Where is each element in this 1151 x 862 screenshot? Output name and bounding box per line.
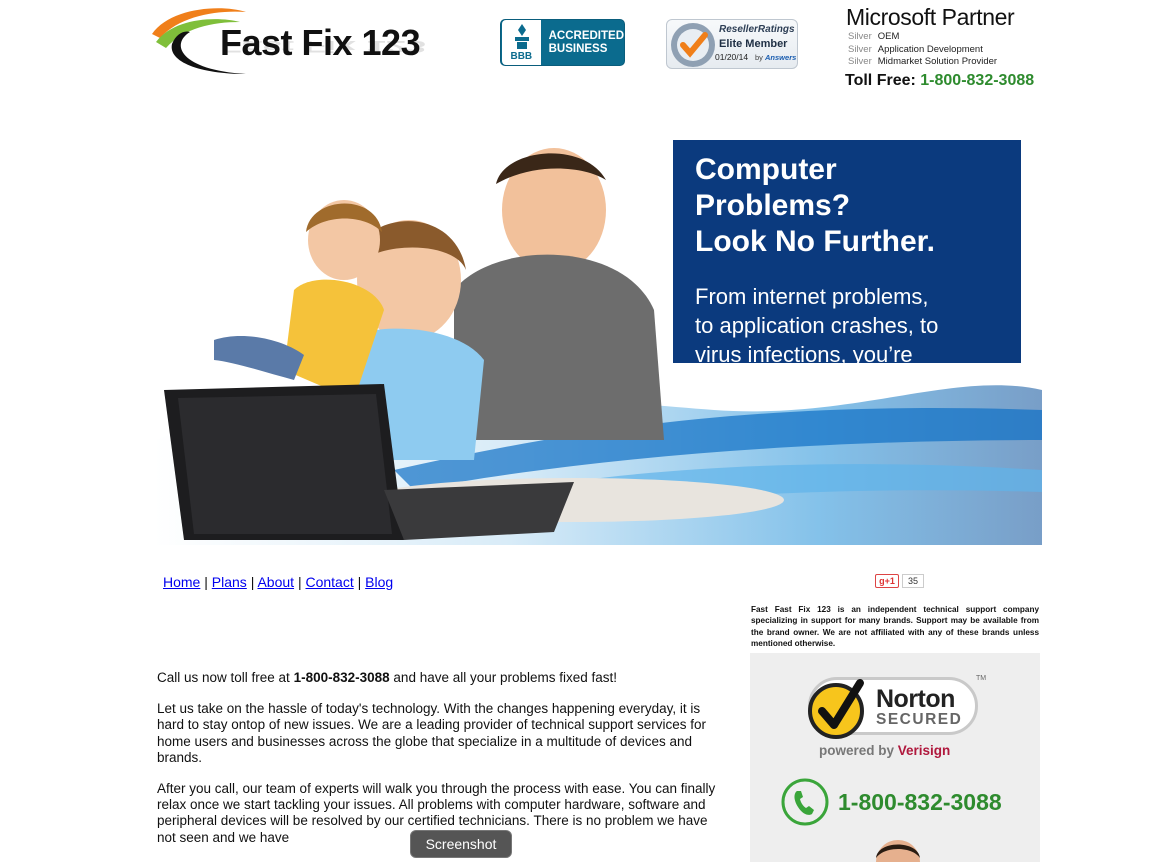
nav-blog[interactable]: Blog xyxy=(365,574,393,590)
nav-contact[interactable]: Contact xyxy=(305,574,353,590)
google-plus-button[interactable]: g+1 xyxy=(875,574,899,588)
site-logo[interactable]: Fast Fix 123 Fast Fix 123 xyxy=(150,4,442,78)
ms-partner-title: Microsoft Partner xyxy=(846,4,1015,30)
elite-seal-icon xyxy=(671,23,715,67)
norton-secured-label: SECURED xyxy=(876,711,963,728)
intro-phone-number: 1-800-832-3088 xyxy=(293,670,390,685)
bbb-torch-icon: BBB xyxy=(502,20,541,65)
ms-competency: Silver Application Development xyxy=(848,43,983,55)
ms-competency: Silver OEM xyxy=(848,31,900,42)
promo-box: Computer Problems? Look No Further. From… xyxy=(673,140,1021,396)
disclaimer-text: Fast Fast Fix 123 is an independent tech… xyxy=(751,605,1039,649)
main-nav: Home | Plans | About | Contact | Blog xyxy=(163,574,393,590)
reseller-date: 01/20/14 xyxy=(715,52,749,62)
logo-reflection: Fast Fix 123 xyxy=(220,37,427,56)
bbb-line2: BUSINESS xyxy=(548,42,608,55)
reseller-status: Elite Member xyxy=(719,38,788,50)
trust-panel: Norton SECURED TM powered by Verisign 1-… xyxy=(750,653,1040,862)
screenshot-tooltip: Screenshot xyxy=(410,830,512,858)
bbb-line1: ACCREDITED xyxy=(548,29,624,42)
reseller-title: ResellerRatings xyxy=(719,24,795,35)
toll-free-label: Toll Free: xyxy=(845,72,916,89)
ms-competency: Silver Midmarket Solution Provider xyxy=(848,56,998,67)
google-plus-count: 35 xyxy=(902,574,925,588)
google-plus-widget: g+1 35 xyxy=(875,574,925,588)
phone-icon xyxy=(781,778,829,826)
promo-subtext: From internet problems, to application c… xyxy=(695,284,939,396)
toll-free-number[interactable]: 1-800-832-3088 xyxy=(920,72,1034,89)
nav-about[interactable]: About xyxy=(257,574,294,590)
norton-secured-seal[interactable]: Norton SECURED TM xyxy=(806,675,987,739)
nav-plans[interactable]: Plans xyxy=(212,574,247,590)
bbb-brand: BBB xyxy=(510,51,533,62)
nav-separator: | xyxy=(357,574,362,590)
nav-separator: | xyxy=(297,574,302,590)
body-paragraph: Let us take on the hassle of today's tec… xyxy=(157,701,707,765)
norton-checkmark-icon xyxy=(808,679,864,739)
promo-headline: Computer Problems? Look No Further. xyxy=(695,153,935,258)
norton-word: Norton xyxy=(876,685,955,713)
sidebar-phone[interactable]: 1-800-832-3088 xyxy=(780,777,1002,827)
reseller-by: by Answers xyxy=(755,53,797,62)
nav-home[interactable]: Home xyxy=(163,574,200,590)
intro-paragraph: Call us now toll free at 1-800-832-3088 … xyxy=(157,670,618,685)
toll-free-line: Toll Free: 1-800-832-3088 xyxy=(845,72,1034,90)
bbb-accredited-badge[interactable]: BBB ACCREDITED BUSINESS xyxy=(500,19,625,66)
nav-separator: | xyxy=(204,574,208,590)
microsoft-partner-badge: Microsoft Partner Silver OEM Silver Applic… xyxy=(846,4,1046,69)
support-agent-photo xyxy=(876,840,920,862)
nav-separator: | xyxy=(250,574,255,590)
reseller-ratings-badge[interactable]: ResellerRatings Elite Member 01/20/14 by… xyxy=(666,19,798,69)
powered-by-verisign: powered by Verisign xyxy=(819,743,951,758)
sidebar-phone-number: 1-800-832-3088 xyxy=(838,788,1002,815)
norton-trademark: TM xyxy=(976,675,987,682)
